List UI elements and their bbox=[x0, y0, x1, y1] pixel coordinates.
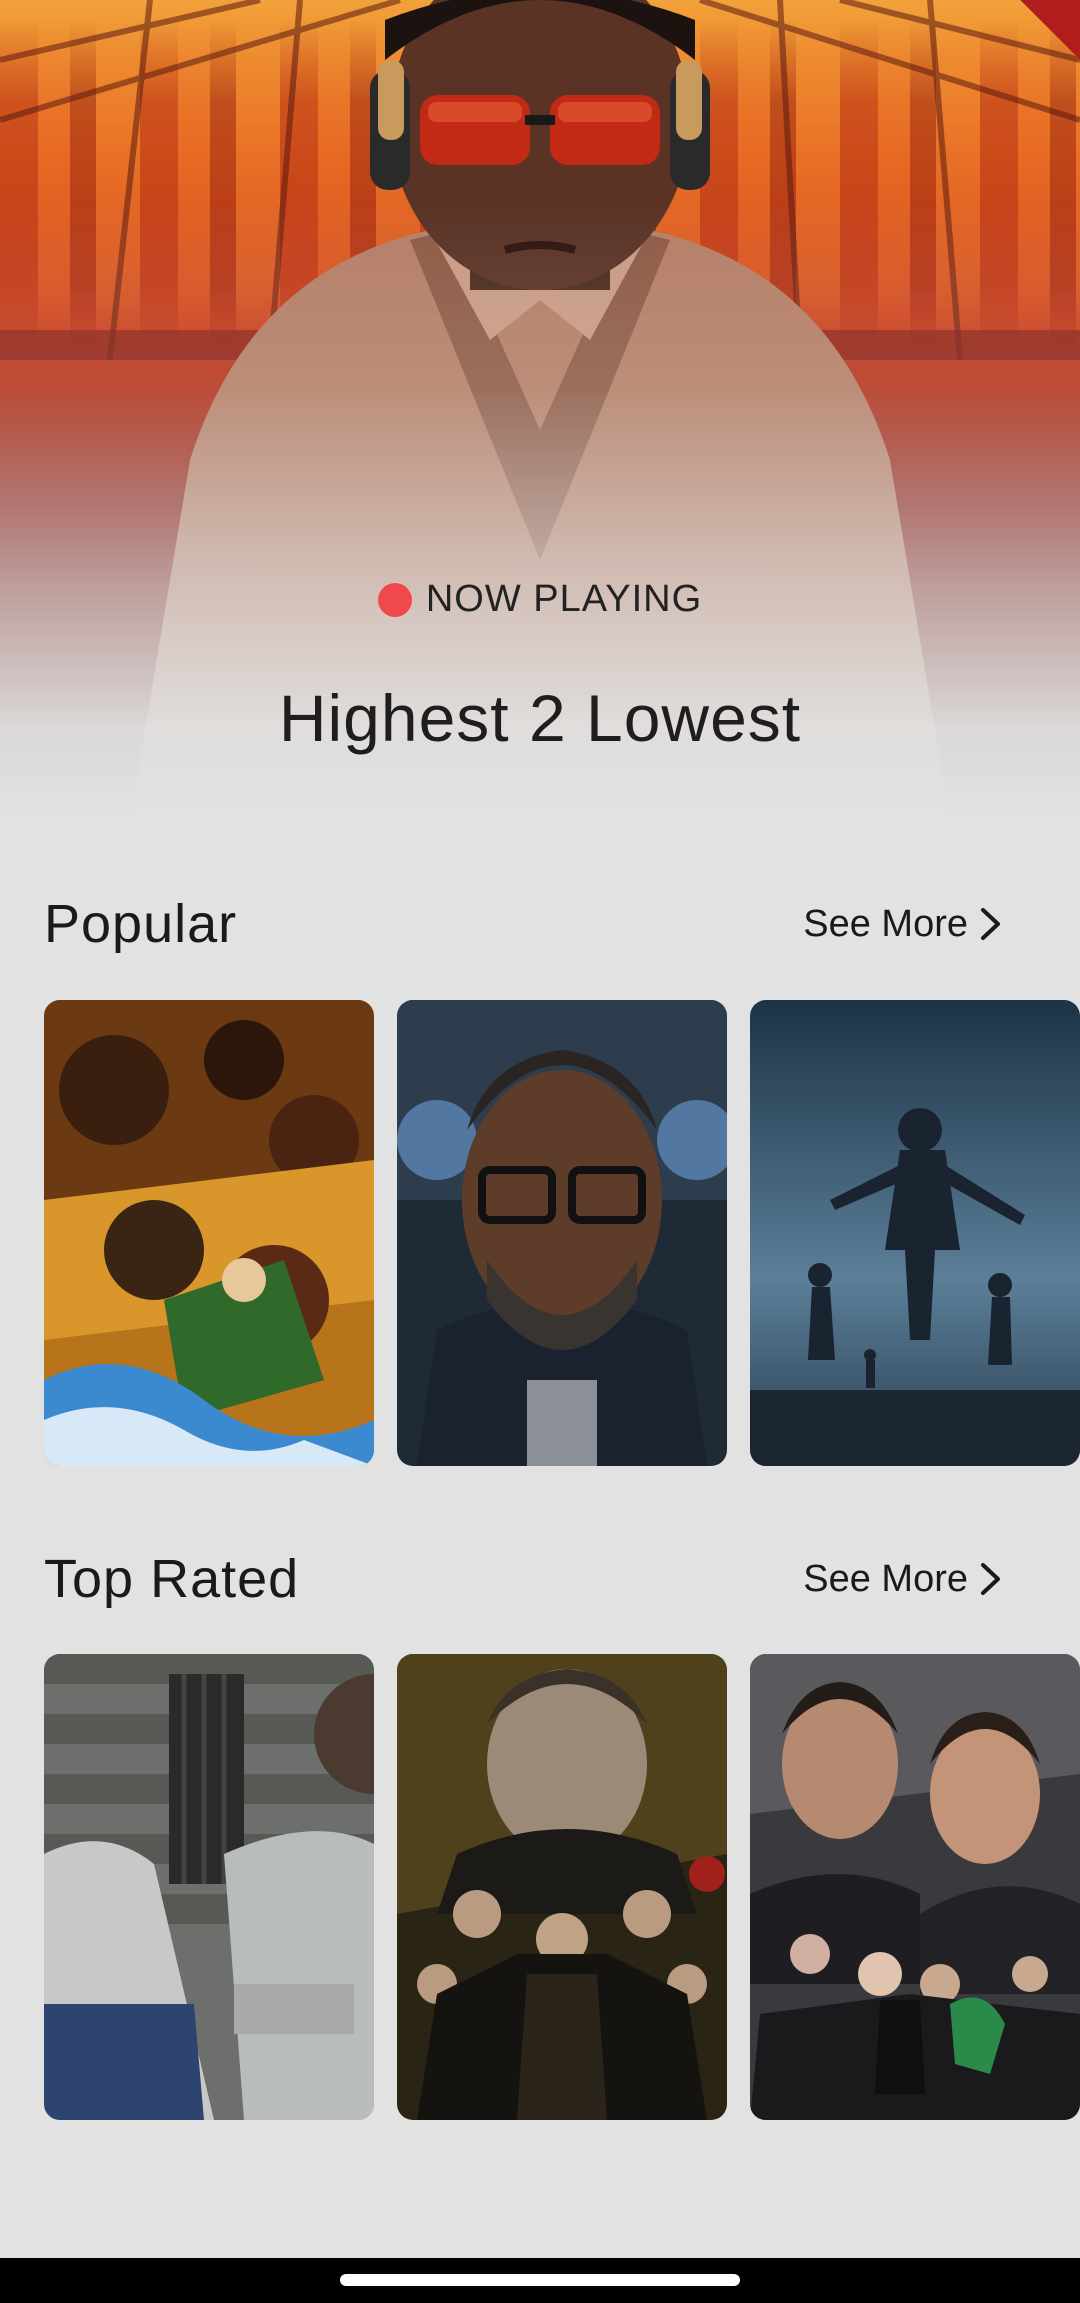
chevron-right-icon bbox=[981, 1563, 1000, 1595]
prison-yard-poster-image bbox=[44, 1654, 374, 2120]
hero-movie-title[interactable]: Highest 2 Lowest bbox=[0, 680, 1080, 756]
popular-see-more-button[interactable]: See More bbox=[803, 903, 1004, 946]
popular-section-title: Popular bbox=[44, 894, 238, 954]
chevron-right-icon bbox=[981, 908, 1000, 940]
top-rated-poster-1[interactable] bbox=[44, 1654, 374, 2120]
see-more-label: See More bbox=[803, 1557, 968, 1600]
now-playing-hero[interactable]: NOW PLAYING Highest 2 Lowest bbox=[0, 0, 1080, 820]
home-indicator-handle[interactable] bbox=[340, 2274, 740, 2286]
top-rated-poster-2[interactable] bbox=[397, 1654, 727, 2120]
man-with-glasses-poster-image bbox=[397, 1000, 727, 1466]
popular-section-header: Popular See More bbox=[44, 893, 1004, 955]
corner-ribbon bbox=[1020, 0, 1080, 60]
top-rated-section-title: Top Rated bbox=[44, 1549, 300, 1609]
mob-family-poster-image bbox=[397, 1654, 727, 2120]
top-rated-see-more-button[interactable]: See More bbox=[803, 1558, 1004, 1601]
now-playing-label: NOW PLAYING bbox=[425, 578, 703, 620]
silhouette-children-poster-image bbox=[750, 1000, 1080, 1466]
top-rated-section-header: Top Rated See More bbox=[44, 1548, 1004, 1610]
top-rated-row[interactable] bbox=[44, 1654, 1080, 2120]
now-playing-badge: NOW PLAYING bbox=[0, 578, 1080, 621]
popular-poster-3[interactable] bbox=[750, 1000, 1080, 1466]
popular-poster-2[interactable] bbox=[397, 1000, 727, 1466]
system-navigation-bar bbox=[0, 2258, 1080, 2303]
see-more-label: See More bbox=[803, 902, 968, 945]
popular-poster-1[interactable] bbox=[44, 1000, 374, 1466]
top-rated-poster-3[interactable] bbox=[750, 1654, 1080, 2120]
mob-family-sequel-poster-image bbox=[750, 1654, 1080, 2120]
anime-action-poster-image bbox=[44, 1000, 374, 1466]
popular-row[interactable] bbox=[44, 1000, 1080, 1466]
live-dot-icon bbox=[377, 582, 412, 617]
